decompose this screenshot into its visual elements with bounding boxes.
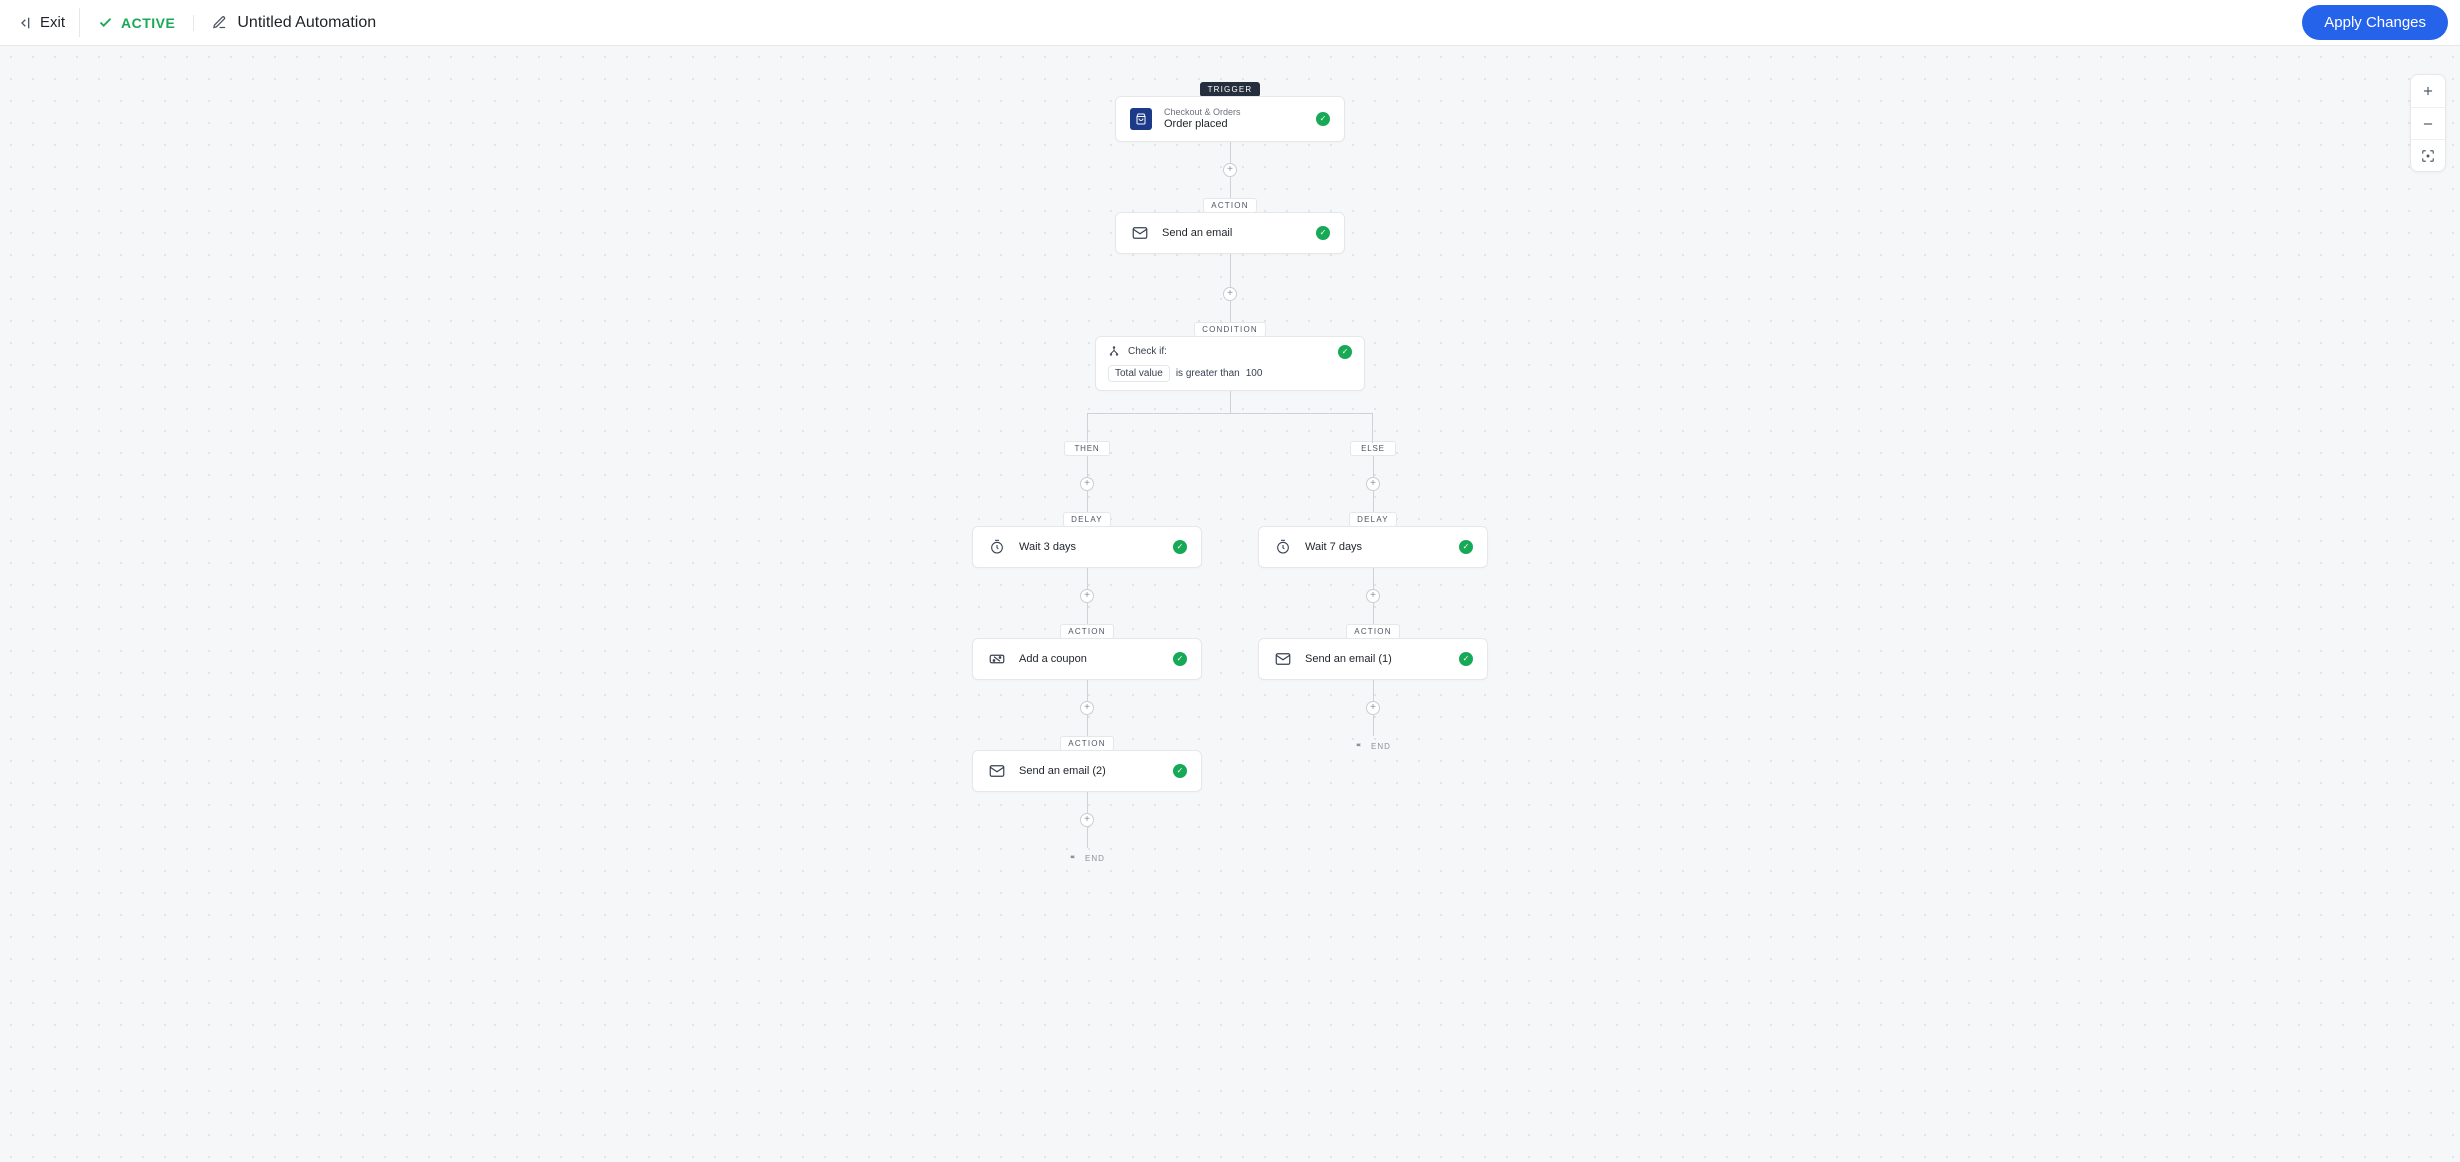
add-step-button[interactable]: + [1223, 163, 1237, 177]
action-label: ACTION [1203, 198, 1256, 213]
delay-node-then[interactable]: Wait 3 days [972, 526, 1202, 568]
status-ok-icon [1459, 540, 1473, 554]
mail-icon [987, 761, 1007, 781]
condition-value: 100 [1246, 368, 1263, 379]
flag-icon [1069, 854, 1079, 864]
action-label: ACTION [1346, 624, 1399, 639]
delay-label: DELAY [1063, 512, 1111, 527]
zoom-controls [2410, 74, 2446, 172]
condition-label: CONDITION [1194, 322, 1266, 337]
exit-button[interactable]: Exit [12, 8, 80, 37]
action-label: ACTION [1060, 736, 1113, 751]
end-marker: END [1355, 742, 1391, 752]
delay-node-else[interactable]: Wait 7 days [1258, 526, 1488, 568]
condition-head-text: Check if: [1128, 346, 1167, 357]
add-step-button[interactable]: + [1366, 589, 1380, 603]
status-ok-icon [1173, 764, 1187, 778]
trigger-label: TRIGGER [1200, 82, 1261, 97]
pencil-icon [212, 15, 227, 30]
delay-text: Wait 3 days [1019, 541, 1076, 553]
status-ok-icon [1338, 345, 1352, 359]
status-ok-icon [1316, 112, 1330, 126]
check-icon [98, 15, 113, 30]
exit-label: Exit [40, 14, 65, 31]
status-ok-icon [1316, 226, 1330, 240]
zoom-fit-button[interactable] [2411, 139, 2445, 171]
trigger-category: Checkout & Orders [1164, 107, 1241, 118]
add-step-button[interactable]: + [1080, 701, 1094, 715]
title-text: Untitled Automation [237, 14, 376, 32]
action-name: Send an email (2) [1019, 765, 1106, 777]
status-ok-icon [1173, 540, 1187, 554]
action-label: ACTION [1060, 624, 1113, 639]
add-step-button[interactable]: + [1080, 477, 1094, 491]
add-step-button[interactable]: + [1366, 701, 1380, 715]
fit-icon [2421, 149, 2435, 163]
add-step-button[interactable]: + [1080, 813, 1094, 827]
zoom-out-button[interactable] [2411, 107, 2445, 139]
flag-icon [1355, 742, 1365, 752]
mail-icon [1130, 223, 1150, 243]
else-branch: ELSE + DELAY Wait 7 days + ACTION [1256, 413, 1490, 864]
action-name: Add a coupon [1019, 653, 1087, 665]
add-step-button[interactable]: + [1080, 589, 1094, 603]
trigger-node[interactable]: Checkout & Orders Order placed [1115, 96, 1345, 142]
then-branch: THEN + DELAY Wait 3 days + ACTION [970, 413, 1204, 864]
split-icon [1108, 346, 1120, 358]
action-send-email-2-node[interactable]: Send an email (2) [972, 750, 1202, 792]
action-send-email-node[interactable]: Send an email [1115, 212, 1345, 254]
clock-icon [987, 537, 1007, 557]
action-name: Send an email (1) [1305, 653, 1392, 665]
topbar: Exit ACTIVE Untitled Automation Apply Ch… [0, 0, 2460, 46]
end-label: END [1085, 854, 1105, 863]
action-add-coupon-node[interactable]: Add a coupon [972, 638, 1202, 680]
trigger-name: Order placed [1164, 118, 1241, 131]
status-ok-icon [1459, 652, 1473, 666]
automation-status: ACTIVE [98, 15, 194, 31]
mail-icon [1273, 649, 1293, 669]
add-step-button[interactable]: + [1366, 477, 1380, 491]
branches-container: THEN + DELAY Wait 3 days + ACTION [970, 413, 1490, 864]
shopping-bag-icon [1130, 108, 1152, 130]
automation-title[interactable]: Untitled Automation [212, 14, 376, 32]
condition-operator: is greater than [1176, 368, 1240, 379]
plus-icon [2421, 84, 2435, 98]
status-label: ACTIVE [121, 15, 175, 31]
status-ok-icon [1173, 652, 1187, 666]
action-name: Send an email [1162, 227, 1232, 239]
else-label: ELSE [1350, 441, 1396, 456]
add-step-button[interactable]: + [1223, 287, 1237, 301]
flow-root: TRIGGER Checkout & Orders Order placed +… [880, 82, 1580, 864]
coupon-icon [987, 649, 1007, 669]
end-marker: END [1069, 854, 1105, 864]
zoom-in-button[interactable] [2411, 75, 2445, 107]
exit-icon [16, 15, 32, 31]
apply-changes-button[interactable]: Apply Changes [2302, 5, 2448, 40]
condition-field: Total value [1108, 365, 1170, 382]
delay-label: DELAY [1349, 512, 1397, 527]
flow-canvas[interactable]: TRIGGER Checkout & Orders Order placed +… [0, 46, 2460, 1162]
then-label: THEN [1064, 441, 1111, 456]
clock-icon [1273, 537, 1293, 557]
condition-node[interactable]: Check if: Total value is greater than 10… [1095, 336, 1365, 391]
delay-text: Wait 7 days [1305, 541, 1362, 553]
end-label: END [1371, 742, 1391, 751]
action-send-email-1-node[interactable]: Send an email (1) [1258, 638, 1488, 680]
minus-icon [2421, 117, 2435, 131]
